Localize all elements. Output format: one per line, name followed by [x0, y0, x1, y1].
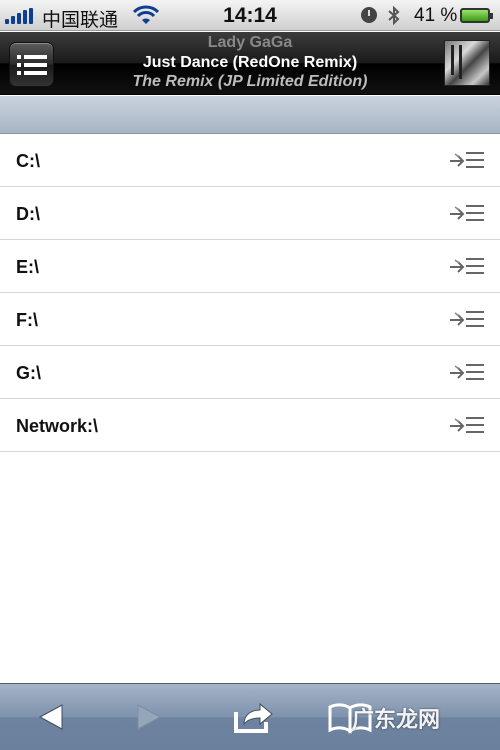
now-playing-title: Just Dance (RedOne Remix): [142, 54, 358, 71]
rotation-lock-icon: [361, 7, 377, 23]
add-to-queue-icon[interactable]: [449, 416, 485, 434]
drive-list: C:\ D:\ E:\ F:\ G:\ Network:\: [0, 134, 500, 452]
share-icon[interactable]: [232, 700, 274, 734]
list-item[interactable]: E:\: [0, 240, 500, 293]
list-item[interactable]: D:\: [0, 187, 500, 240]
now-playing-album: The Remix (JP Limited Edition): [132, 73, 368, 90]
list-item[interactable]: G:\: [0, 346, 500, 399]
album-art-thumbnail[interactable]: [444, 40, 490, 86]
watermark-text: 广东龙网: [352, 708, 441, 733]
list-item[interactable]: Network:\: [0, 399, 500, 452]
drive-label: F:\: [16, 310, 38, 330]
section-header: [0, 96, 500, 134]
battery-icon: [460, 8, 493, 23]
browser-toolbar: 广东龙网: [0, 683, 500, 750]
add-to-queue-icon[interactable]: [449, 204, 485, 222]
status-bar: 中国联通 14:14 41 %: [0, 0, 500, 31]
add-to-queue-icon[interactable]: [449, 257, 485, 275]
drive-label: D:\: [16, 204, 40, 224]
now-playing-bar[interactable]: Lady GaGa Just Dance (RedOne Remix) The …: [0, 32, 500, 95]
drive-label: Network:\: [16, 416, 99, 436]
forward-arrow-icon[interactable]: [130, 700, 168, 734]
list-item[interactable]: C:\: [0, 134, 500, 187]
drive-label: G:\: [16, 363, 41, 383]
now-playing-artist: Lady GaGa: [207, 34, 293, 51]
drive-label: E:\: [16, 257, 40, 277]
add-to-queue-icon[interactable]: [449, 363, 485, 381]
drive-label: C:\: [16, 151, 40, 171]
add-to-queue-icon[interactable]: [449, 310, 485, 328]
battery-percentage: 41 %: [414, 5, 458, 26]
bluetooth-icon: [388, 5, 400, 26]
back-arrow-icon[interactable]: [32, 700, 70, 734]
list-item[interactable]: F:\: [0, 293, 500, 346]
add-to-queue-icon[interactable]: [449, 151, 485, 169]
